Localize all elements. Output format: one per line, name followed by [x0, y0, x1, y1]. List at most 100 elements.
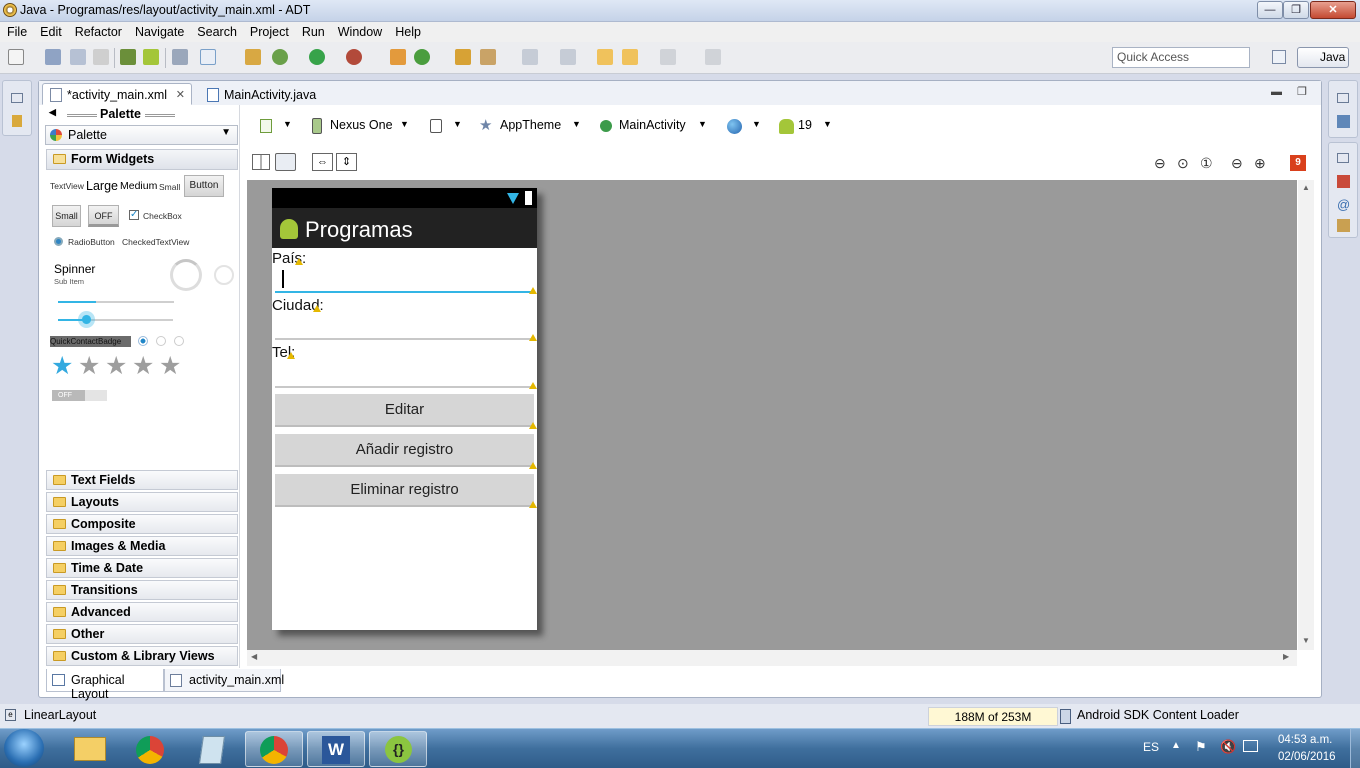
forward-icon[interactable] — [660, 49, 676, 65]
network-icon[interactable] — [1243, 740, 1258, 752]
error-count-badge[interactable]: 9 — [1290, 155, 1306, 171]
radio-empty-icon[interactable] — [174, 336, 184, 346]
volume-muted-icon[interactable]: 🔇 — [1220, 739, 1236, 755]
category-text-fields[interactable]: Text Fields — [46, 470, 238, 490]
menu-edit[interactable]: Edit — [33, 22, 68, 41]
radio-group-icon[interactable] — [138, 336, 148, 346]
zoom-plus-icon[interactable]: ⊕ — [1254, 155, 1266, 172]
last-edit-icon[interactable] — [597, 49, 613, 65]
chevron-down-icon[interactable]: ▼ — [823, 119, 832, 129]
zoom-fit-icon[interactable]: ⊙ — [1177, 155, 1189, 172]
widget-switch[interactable]: OFF — [52, 390, 107, 401]
eliminar-registro-button[interactable]: Eliminar registro — [275, 474, 534, 507]
action-center-flag-icon[interactable]: ⚑ — [1195, 739, 1207, 755]
theme-dropdown[interactable]: AppTheme — [500, 118, 561, 132]
new-java-package-icon[interactable] — [390, 49, 406, 65]
palette-mode-dropdown[interactable]: Palette ▼ — [45, 125, 238, 145]
star-empty-icon[interactable]: ★ — [132, 354, 154, 379]
zoom-out-icon[interactable]: ⊖ — [1154, 155, 1166, 172]
new-project-icon[interactable] — [245, 49, 261, 65]
menu-help[interactable]: Help — [388, 22, 427, 41]
java-perspective-button[interactable]: Java — [1297, 47, 1349, 68]
anadir-registro-button[interactable]: Añadir registro — [275, 434, 534, 467]
category-transitions[interactable]: Transitions — [46, 580, 238, 600]
clock-time[interactable]: 04:53 a.m. — [1278, 734, 1332, 746]
widget-small-button[interactable]: Small — [52, 205, 81, 227]
taskbar-chrome-window[interactable] — [245, 731, 303, 767]
category-layouts[interactable]: Layouts — [46, 492, 238, 512]
menu-project[interactable]: Project — [243, 22, 295, 41]
menu-window[interactable]: Window — [331, 22, 388, 41]
next-annotation-icon[interactable] — [522, 49, 538, 65]
minimize-button[interactable]: — — [1257, 1, 1283, 19]
widget-button[interactable]: Button — [184, 175, 224, 197]
garbage-collect-icon[interactable] — [1060, 709, 1071, 724]
tab-activity-main-xml-source[interactable]: activity_main.xml — [164, 669, 284, 692]
sdk-manager-icon[interactable] — [120, 49, 136, 65]
menu-search[interactable]: Search — [190, 22, 243, 41]
category-advanced[interactable]: Advanced — [46, 602, 238, 622]
maximize-button[interactable]: ❐ — [1283, 1, 1309, 19]
minimize-editor-icon[interactable]: ▬ — [1271, 86, 1282, 98]
widget-textview[interactable]: TextView — [50, 181, 84, 191]
layout-vertical-icon[interactable] — [275, 153, 296, 171]
maximize-editor-icon[interactable]: ❐ — [1297, 85, 1307, 98]
package-explorer-icon[interactable] — [12, 115, 22, 127]
chevron-down-icon[interactable]: ▼ — [453, 119, 462, 129]
widget-small-text[interactable]: Small — [159, 182, 180, 192]
print-icon[interactable] — [93, 49, 109, 65]
category-custom-library-views[interactable]: Custom & Library Views — [46, 646, 238, 666]
device-dropdown[interactable]: Nexus One — [330, 118, 393, 132]
widget-spinner[interactable]: Spinner — [54, 262, 95, 276]
taskbar-word[interactable]: W — [307, 731, 365, 767]
zoom-minus-icon[interactable]: ⊖ — [1231, 155, 1243, 172]
checkbox-icon[interactable]: ✓ — [129, 210, 139, 220]
widget-toggle-button[interactable]: OFF — [88, 205, 119, 227]
orientation-icon[interactable] — [430, 119, 442, 133]
quick-access-input[interactable]: Quick Access — [1112, 47, 1250, 68]
menu-refactor[interactable]: Refactor — [68, 22, 128, 41]
run-icon[interactable] — [309, 49, 325, 65]
tab-graphical-layout[interactable]: Graphical Layout — [46, 669, 164, 701]
menu-file[interactable]: File — [0, 22, 33, 41]
checkbox-tool-icon[interactable] — [200, 49, 216, 65]
avd-manager-icon[interactable] — [143, 49, 159, 65]
save-icon[interactable] — [45, 49, 61, 65]
category-form-widgets[interactable]: Form Widgets — [46, 149, 238, 170]
edittext-ciudad[interactable] — [275, 338, 532, 340]
back-icon[interactable] — [622, 49, 638, 65]
fill-width-icon[interactable]: ⇔ — [312, 153, 333, 171]
api-level-dropdown[interactable]: 19 — [798, 118, 812, 132]
taskbar-chrome[interactable] — [122, 731, 180, 767]
open-perspective-icon[interactable] — [1272, 50, 1286, 64]
category-composite[interactable]: Composite — [46, 514, 238, 534]
save-all-icon[interactable] — [70, 49, 86, 65]
chevron-down-icon[interactable]: ▼ — [572, 119, 581, 129]
edittext-tel[interactable] — [275, 386, 532, 388]
menu-navigate[interactable]: Navigate — [128, 22, 190, 41]
taskbar-notepad[interactable] — [184, 731, 242, 767]
locale-globe-icon[interactable] — [727, 119, 742, 134]
layout-horizontal-icon[interactable] — [252, 154, 270, 170]
declaration-icon[interactable] — [1337, 219, 1350, 232]
pin-editor-icon[interactable] — [705, 49, 721, 65]
restore-icon[interactable] — [1337, 153, 1349, 163]
close-tab-icon[interactable]: ✕ — [176, 88, 185, 101]
restore-icon[interactable] — [1337, 93, 1349, 103]
menu-run[interactable]: Run — [295, 22, 331, 41]
language-indicator[interactable]: ES — [1143, 740, 1159, 754]
category-time-date[interactable]: Time & Date — [46, 558, 238, 578]
chevron-down-icon[interactable]: ▼ — [698, 119, 707, 129]
progress-large-icon[interactable] — [170, 259, 202, 291]
skip-breakpoints-icon[interactable] — [172, 49, 188, 65]
show-desktop-button[interactable] — [1350, 729, 1360, 768]
new-class-icon[interactable] — [414, 49, 430, 65]
tab-mainactivity-java[interactable]: MainActivity.java — [199, 83, 339, 105]
outline-icon[interactable] — [1337, 115, 1350, 128]
activity-dropdown[interactable]: MainActivity — [619, 118, 686, 132]
canvas-vertical-scrollbar[interactable]: ▲ ▼ — [1298, 180, 1314, 650]
category-images-media[interactable]: Images & Media — [46, 536, 238, 556]
edittext-pais[interactable] — [275, 291, 532, 293]
restore-icon[interactable] — [11, 93, 23, 103]
taskbar-explorer[interactable] — [62, 731, 120, 767]
